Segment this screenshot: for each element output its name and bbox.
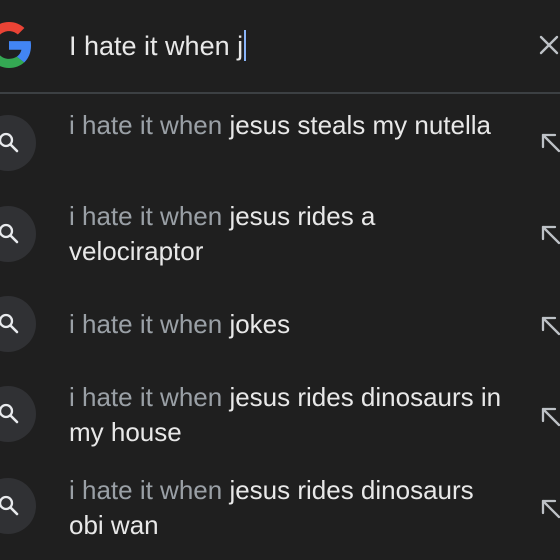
suggestion-text: i hate it when jesus rides dinosaurs in … xyxy=(69,380,509,450)
search-icon xyxy=(0,223,19,244)
arrow-up-left-icon[interactable] xyxy=(540,406,560,428)
search-icon-badge xyxy=(0,386,36,442)
suggestion-item[interactable]: i hate it when jesus rides dinosaurs in … xyxy=(0,372,560,464)
close-icon[interactable] xyxy=(537,33,560,57)
search-icon-badge xyxy=(0,478,36,534)
suggestion-item[interactable]: i hate it when jokes xyxy=(0,278,560,370)
suggestion-item[interactable]: i hate it when jesus steals my nutella xyxy=(0,94,560,182)
search-icon xyxy=(0,495,19,516)
google-logo-icon xyxy=(0,22,32,68)
suggestion-text: i hate it when jesus rides dinosaurs obi… xyxy=(69,473,509,543)
suggestion-prefix: i hate it when xyxy=(69,110,230,140)
suggestion-prefix: i hate it when xyxy=(69,201,230,231)
search-icon-badge xyxy=(0,206,36,262)
arrow-up-left-icon[interactable] xyxy=(540,315,560,337)
suggestion-completion: jesus steals my nutella xyxy=(229,110,491,140)
suggestion-prefix: i hate it when xyxy=(69,309,230,339)
search-icon-badge xyxy=(0,296,36,352)
text-caret xyxy=(244,30,247,61)
search-icon xyxy=(0,403,19,424)
suggestion-item[interactable]: i hate it when jesus rides dinosaurs obi… xyxy=(0,466,560,560)
search-icon-badge xyxy=(0,115,36,171)
suggestion-text: i hate it when jesus steals my nutella xyxy=(69,108,509,143)
search-icon xyxy=(0,313,19,334)
arrow-up-left-icon[interactable] xyxy=(540,498,560,520)
search-icon xyxy=(0,132,19,153)
suggestion-completion: jokes xyxy=(229,309,291,339)
suggestion-text: i hate it when jokes xyxy=(69,307,509,342)
search-bar: I hate it when j xyxy=(0,0,560,92)
suggestion-prefix: i hate it when xyxy=(69,475,230,505)
arrow-up-left-icon[interactable] xyxy=(540,132,560,154)
suggestion-text: i hate it when jesus rides a velocirapto… xyxy=(69,199,509,269)
search-screen: I hate it when j i hate it when jesus st… xyxy=(0,0,560,560)
suggestion-item[interactable]: i hate it when jesus rides a velocirapto… xyxy=(0,184,560,276)
suggestion-prefix: i hate it when xyxy=(69,382,230,412)
search-query-text: I hate it when j xyxy=(69,31,244,61)
arrow-up-left-icon[interactable] xyxy=(540,224,560,246)
search-input[interactable]: I hate it when j xyxy=(69,27,247,65)
